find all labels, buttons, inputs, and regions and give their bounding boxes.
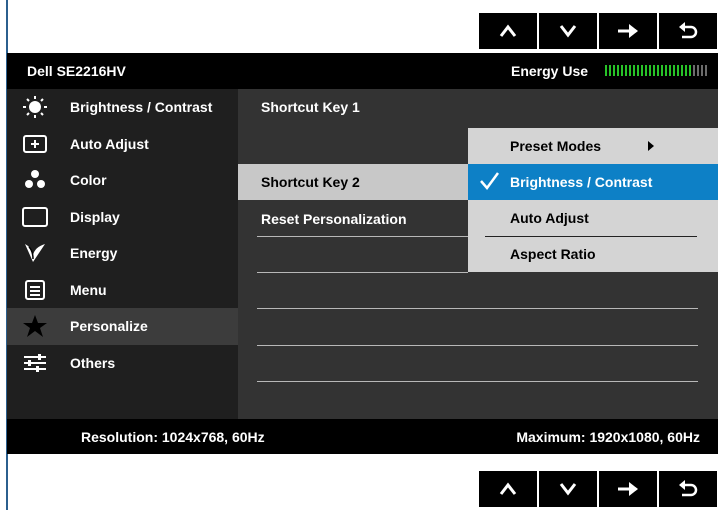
energy-meter-segment <box>677 65 679 76</box>
menu-item-label: Color <box>70 172 107 189</box>
menu-item-personalize[interactable]: Personalize <box>7 308 238 345</box>
title-bar: Dell SE2216HV Energy Use <box>7 53 718 88</box>
top-nav-buttons <box>479 13 718 49</box>
brightness-contrast-label: Brightness / Contrast <box>510 174 653 190</box>
energy-meter-segment <box>645 65 647 76</box>
up-arrow-icon <box>499 24 517 37</box>
menu-icon <box>20 278 50 302</box>
divider <box>257 381 698 382</box>
energy-meter-segment <box>621 65 623 76</box>
submenu-preset-modes[interactable]: Preset Modes <box>468 128 718 164</box>
energy-meter-segment <box>625 65 627 76</box>
energy-meter-segment <box>693 65 695 76</box>
divider <box>257 345 698 346</box>
reset-personalization-label: Reset Personalization <box>261 211 407 227</box>
shortcut-key-2[interactable]: Shortcut Key 2 <box>238 164 468 200</box>
menu-item-label: Others <box>70 354 116 371</box>
shortcut-key-1[interactable]: Shortcut Key 1 <box>238 89 468 125</box>
display-icon <box>20 205 50 229</box>
energy-meter-segment <box>689 65 691 76</box>
energy-meter-segment <box>613 65 615 76</box>
energy-meter-segment <box>605 65 607 76</box>
status-footer: Resolution: 1024x768, 60Hz Maximum: 1920… <box>7 419 718 454</box>
energy-meter <box>605 65 709 76</box>
energy-meter-segment <box>657 65 659 76</box>
maximum-resolution: Maximum: 1920x1080, 60Hz <box>516 429 700 445</box>
reset-personalization[interactable]: Reset Personalization <box>238 201 468 237</box>
menu-item-color[interactable]: Color <box>7 162 238 199</box>
energy-meter-segment <box>609 65 611 76</box>
energy-meter-segment <box>649 65 651 76</box>
preset-modes-label: Preset Modes <box>510 138 602 154</box>
energy-meter-segment <box>641 65 643 76</box>
menu-item-display[interactable]: Display <box>7 199 238 236</box>
energy-meter-segment <box>617 65 619 76</box>
menu-item-auto-adjust[interactable]: Auto Adjust <box>7 126 238 163</box>
menu-item-label: Auto Adjust <box>70 135 149 152</box>
color-dots-icon <box>20 168 50 192</box>
up-arrow-button[interactable] <box>479 471 537 507</box>
aspect-ratio-label: Aspect Ratio <box>510 246 596 262</box>
down-arrow-button[interactable] <box>539 13 597 49</box>
star-icon <box>20 314 50 338</box>
submenu-divider <box>485 236 697 237</box>
checkmark-icon <box>480 172 500 191</box>
monitor-model: Dell SE2216HV <box>27 63 126 79</box>
sliders-icon <box>20 351 50 375</box>
up-arrow-button[interactable] <box>479 13 537 49</box>
energy-meter-segment <box>697 65 699 76</box>
auto-adjust-label: Auto Adjust <box>510 210 589 226</box>
energy-meter-segment <box>685 65 687 76</box>
energy-meter-segment <box>681 65 683 76</box>
menu-item-label: Personalize <box>70 318 148 335</box>
energy-meter-segment <box>629 65 631 76</box>
menu-item-others[interactable]: Others <box>7 345 238 382</box>
back-arrow-icon <box>679 22 698 39</box>
down-arrow-icon <box>559 25 577 38</box>
energy-meter-segment <box>665 65 667 76</box>
down-arrow-icon <box>559 483 577 496</box>
energy-leaf-icon <box>20 241 50 265</box>
current-resolution: Resolution: 1024x768, 60Hz <box>81 429 265 445</box>
osd-panel: Dell SE2216HV Energy Use Brightness / Co… <box>7 53 718 454</box>
sun-icon <box>20 95 50 119</box>
bottom-nav-buttons <box>479 471 718 507</box>
energy-meter-segment <box>701 65 703 76</box>
submenu-brightness-contrast[interactable]: Brightness / Contrast <box>468 164 718 200</box>
right-arrow-icon <box>618 24 638 38</box>
shortcut-key-1-label: Shortcut Key 1 <box>261 99 360 115</box>
divider <box>257 236 468 237</box>
energy-meter-segment <box>661 65 663 76</box>
menu-item-brightness-contrast[interactable]: Brightness / Contrast <box>7 89 238 126</box>
menu-item-energy[interactable]: Energy <box>7 235 238 272</box>
energy-meter-segment <box>653 65 655 76</box>
divider <box>257 308 698 309</box>
back-arrow-icon <box>679 480 698 497</box>
submenu-auto-adjust[interactable]: Auto Adjust <box>468 200 718 236</box>
menu-item-label: Brightness / Contrast <box>70 99 213 116</box>
menu-item-menu[interactable]: Menu <box>7 272 238 309</box>
energy-meter-segment <box>633 65 635 76</box>
right-arrow-icon <box>618 482 638 496</box>
main-menu: Brightness / Contrast Auto Adjust Color … <box>7 89 238 419</box>
down-arrow-button[interactable] <box>539 471 597 507</box>
energy-meter-segment <box>705 65 707 76</box>
right-arrow-button[interactable] <box>599 471 657 507</box>
menu-item-label: Menu <box>70 281 107 298</box>
energy-meter-segment <box>669 65 671 76</box>
triangle-right-icon <box>648 141 654 151</box>
shortcut-key-2-label: Shortcut Key 2 <box>261 174 360 190</box>
up-arrow-icon <box>499 482 517 495</box>
submenu-aspect-ratio[interactable]: Aspect Ratio <box>468 236 718 272</box>
auto-adjust-icon <box>20 132 50 156</box>
right-arrow-button[interactable] <box>599 13 657 49</box>
back-button[interactable] <box>659 471 717 507</box>
energy-meter-segment <box>637 65 639 76</box>
energy-use-label: Energy Use <box>511 63 589 79</box>
back-button[interactable] <box>659 13 717 49</box>
menu-item-label: Energy <box>70 245 118 262</box>
energy-meter-segment <box>673 65 675 76</box>
menu-item-label: Display <box>70 208 120 225</box>
divider <box>257 272 468 273</box>
